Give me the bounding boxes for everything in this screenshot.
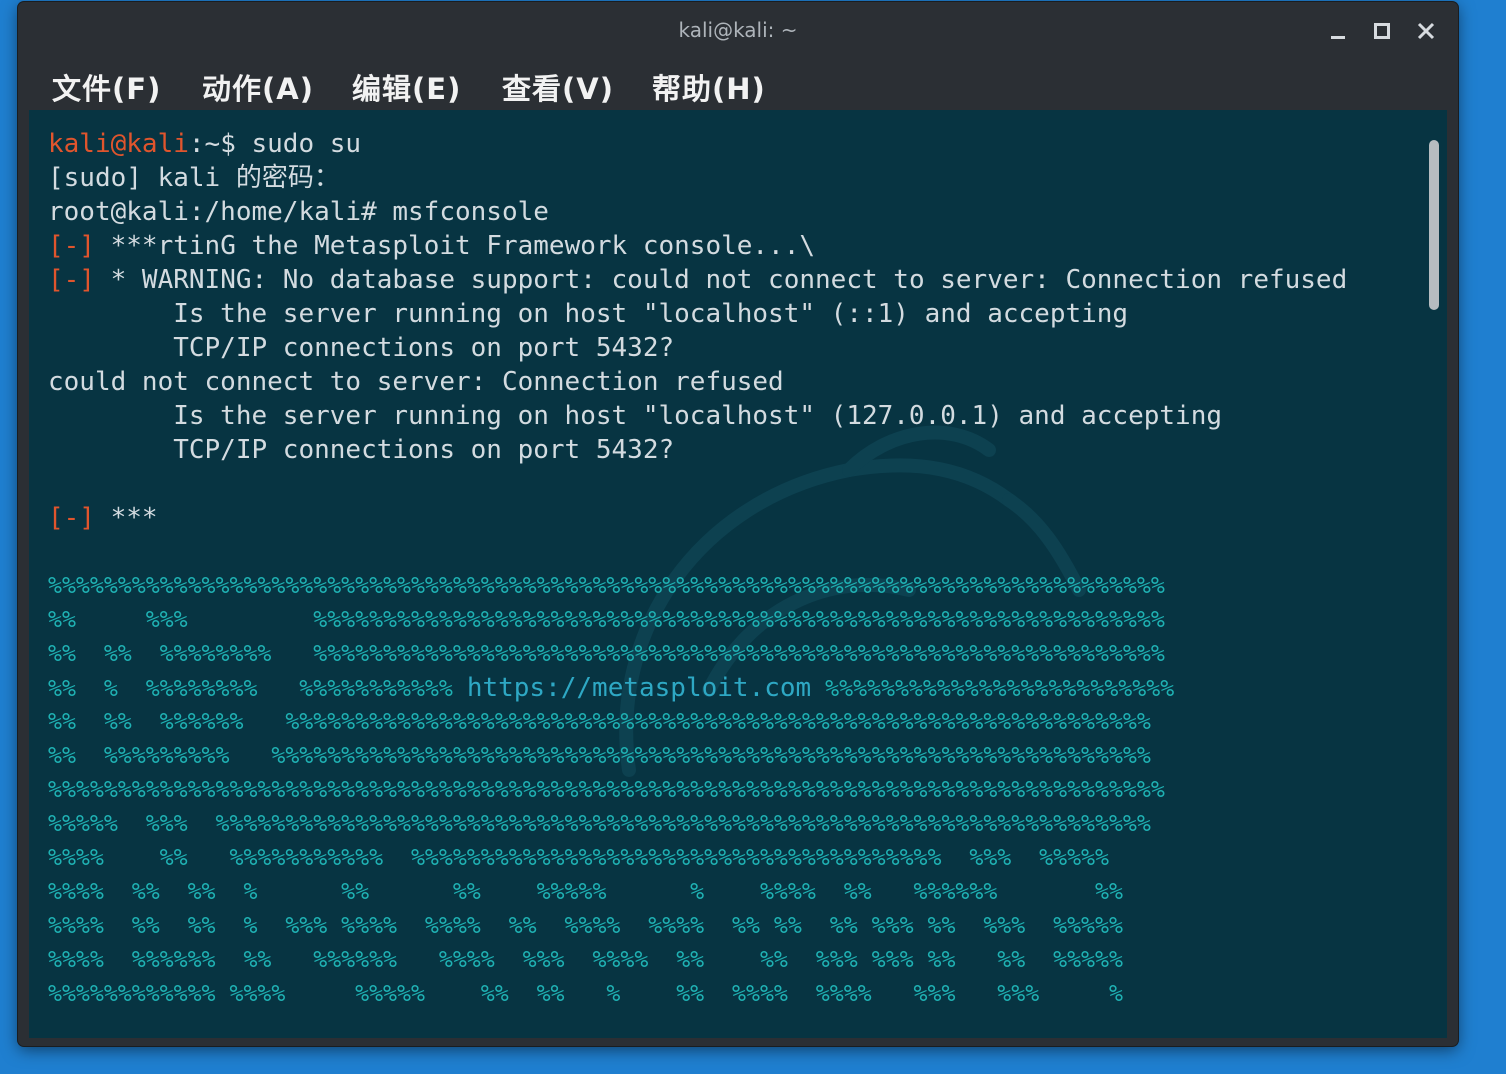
menu-view[interactable]: 查看(V) — [502, 66, 614, 108]
prompt-user: kali@kali — [48, 129, 189, 159]
banner-line: %%%% %%%%%% %% %%%%%% %%%% %%% %%%% %% %… — [48, 946, 1123, 973]
banner-line: %% %%%%%%%%% %%%%%%%%%%%%%%%%%%%%%%%%%%%… — [48, 742, 1151, 769]
vertical-scrollbar[interactable] — [1423, 110, 1447, 1038]
menu-action[interactable]: 动作(A) — [202, 66, 314, 108]
banner-line: %% % %%%%%%%% %%%%%%%%%%% https://metasp… — [48, 673, 1175, 703]
banner-line: %% %%% %%%%%%%%%%%%%%%%%%%%%%%%%%%%%%%%%… — [48, 606, 1165, 633]
terminal-line: could not connect to server: Connection … — [48, 367, 784, 397]
terminal-line: kali@kali:~$ sudo su — [48, 127, 361, 161]
close-icon[interactable] — [1411, 16, 1441, 46]
terminal-line: [sudo] kali 的密码： — [48, 163, 340, 193]
banner-line: %%%% %% %% % %% %% %%%%% % %%%% %% %%%%%… — [48, 878, 1123, 905]
prompt-command: :~$ sudo su — [188, 129, 362, 159]
menu-bar: 文件(F) 动作(A) 编辑(E) 查看(V) 帮助(H) — [18, 60, 1458, 110]
banner-line: %% %% %%%%%%%% %%%%%%%%%%%%%%%%%%%%%%%%%… — [48, 640, 1165, 667]
terminal-line: TCP/IP connections on port 5432? — [48, 333, 675, 363]
menu-edit[interactable]: 编辑(E) — [352, 66, 461, 108]
terminal-line: [-] ***rtinG the Metasploit Framework co… — [48, 231, 816, 261]
banner-line: %% %% %%%%%% %%%%%%%%%%%%%%%%%%%%%%%%%%%… — [48, 708, 1151, 735]
banner-line: %%%%%%%%%%%% %%%% %%%%% %% %% % %% %%%% … — [48, 980, 1123, 1007]
banner-line: %%%%%%%%%%%%%%%%%%%%%%%%%%%%%%%%%%%%%%%%… — [48, 776, 1165, 803]
menu-help[interactable]: 帮助(H) — [652, 66, 766, 108]
minimize-icon[interactable] — [1323, 16, 1353, 46]
terminal-line: root@kali:/home/kali# msfconsole — [48, 197, 549, 227]
title-bar[interactable]: kali@kali: ~ — [18, 2, 1458, 60]
terminal-window: kali@kali: ~ 文件(F) 动作(A) 编辑(E) 查看(V) 帮助(… — [18, 2, 1458, 1046]
error-tag: [-] — [48, 265, 95, 295]
terminal-line: Is the server running on host "localhost… — [48, 299, 1129, 329]
banner-line: %%%%%%%%%%%%%%%%%%%%%%%%%%%%%%%%%%%%%%%%… — [48, 572, 1165, 599]
banner-line: %%%% %% %%%%%%%%%%% %%%%%%%%%%%%%%%%%%%%… — [48, 844, 1109, 871]
window-title: kali@kali: ~ — [678, 18, 798, 42]
scrollbar-thumb[interactable] — [1429, 140, 1439, 310]
maximize-icon[interactable] — [1367, 16, 1397, 46]
terminal-line: [-] * WARNING: No database support: coul… — [48, 265, 1348, 295]
terminal-line: TCP/IP connections on port 5432? — [48, 435, 675, 465]
error-tag: [-] — [48, 503, 95, 533]
banner-line: %%%% %% %% % %%% %%%% %%%% %% %%%% %%%% … — [48, 912, 1123, 939]
terminal-line: Is the server running on host "localhost… — [48, 401, 1222, 431]
metasploit-url: https://metasploit.com — [466, 673, 812, 703]
banner-line: %%%%% %%% %%%%%%%%%%%%%%%%%%%%%%%%%%%%%%… — [48, 810, 1151, 837]
terminal-line: [-] *** — [48, 503, 158, 533]
menu-file[interactable]: 文件(F) — [52, 66, 161, 108]
terminal-output[interactable]: kali@kali:~$ sudo su [sudo] kali 的密码： ro… — [29, 110, 1423, 1038]
error-tag: [-] — [48, 231, 95, 261]
